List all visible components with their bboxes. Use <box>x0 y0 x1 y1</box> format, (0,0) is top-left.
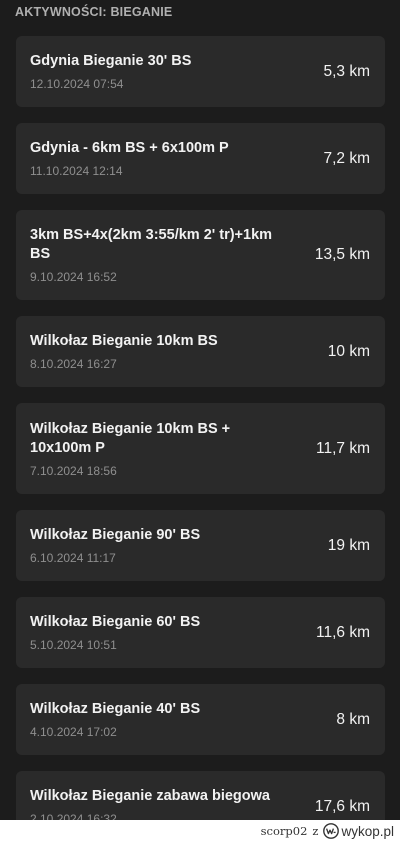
activity-title: Gdynia - 6km BS + 6x100m P <box>30 140 229 156</box>
activity-date: 7.10.2024 18:56 <box>30 464 117 478</box>
activity-screen: AKTYWNOŚCI: BIEGANIE Gdynia Bieganie 30'… <box>0 0 400 820</box>
activity-date: 12.10.2024 07:54 <box>30 77 124 91</box>
activity-distance: 11,6 km <box>316 623 370 641</box>
author-separator: z <box>312 824 319 838</box>
activity-card[interactable]: Wilkołaz Bieganie zabawa biegowa 2.10.20… <box>16 771 385 820</box>
activity-card[interactable]: Wilkołaz Bieganie 90' BS 6.10.2024 11:17… <box>16 510 385 581</box>
activity-title: Gdynia Bieganie 30' BS <box>30 53 192 69</box>
activity-title: 3km BS+4x(2km 3:55/km 2' tr)+1km BS <box>30 227 273 262</box>
activity-title: Wilkołaz Bieganie zabawa biegowa <box>30 788 270 804</box>
activity-title: Wilkołaz Bieganie 40' BS <box>30 701 201 717</box>
section-title: AKTYWNOŚCI: BIEGANIE <box>15 5 173 19</box>
activity-distance: 13,5 km <box>314 246 370 263</box>
activity-card[interactable]: Wilkołaz Bieganie 10km BS + 10x100m P 7.… <box>16 403 385 494</box>
activity-date: 5.10.2024 10:51 <box>30 638 117 652</box>
activity-distance: 19 km <box>327 536 370 554</box>
activity-title: Wilkołaz Bieganie 60' BS <box>30 614 201 630</box>
activity-distance: 11,7 km <box>316 439 370 457</box>
activity-distance: 8 km <box>336 710 370 728</box>
activity-date: 11.10.2024 12:14 <box>30 164 123 178</box>
activity-date: 6.10.2024 11:17 <box>30 551 116 565</box>
activity-date: 8.10.2024 16:27 <box>30 357 117 371</box>
activity-date: 2.10.2024 16:32 <box>30 812 117 820</box>
watermark-footer: scorp02 z wykop.pl <box>0 820 400 842</box>
activity-card[interactable]: Gdynia Bieganie 30' BS 12.10.2024 07:54 … <box>16 36 385 107</box>
activity-distance: 10 km <box>327 342 370 360</box>
activity-date: 9.10.2024 16:52 <box>30 270 117 284</box>
activity-card[interactable]: Wilkołaz Bieganie 10km BS 8.10.2024 16:2… <box>16 316 385 387</box>
wykop-brand: wykop.pl <box>341 823 394 839</box>
activity-card[interactable]: 3km BS+4x(2km 3:55/km 2' tr)+1km BS 9.10… <box>16 210 385 300</box>
activity-distance: 7,2 km <box>323 149 370 167</box>
activity-card[interactable]: Wilkołaz Bieganie 60' BS 5.10.2024 10:51… <box>16 597 385 668</box>
activity-title: Wilkołaz Bieganie 10km BS <box>30 333 218 349</box>
activity-title: Wilkołaz Bieganie 90' BS <box>30 527 201 543</box>
author-name: scorp02 <box>260 824 308 838</box>
activity-card[interactable]: Gdynia - 6km BS + 6x100m P 11.10.2024 12… <box>16 123 385 194</box>
activity-list: Gdynia Bieganie 30' BS 12.10.2024 07:54 … <box>16 36 385 820</box>
activity-date: 4.10.2024 17:02 <box>30 725 117 739</box>
activity-card[interactable]: Wilkołaz Bieganie 40' BS 4.10.2024 17:02… <box>16 684 385 755</box>
activity-title: Wilkołaz Bieganie 10km BS + 10x100m P <box>30 421 231 456</box>
activity-distance: 5,3 km <box>323 62 370 80</box>
activity-distance: 17,6 km <box>314 797 370 815</box>
wykop-logo-icon <box>323 823 340 839</box>
